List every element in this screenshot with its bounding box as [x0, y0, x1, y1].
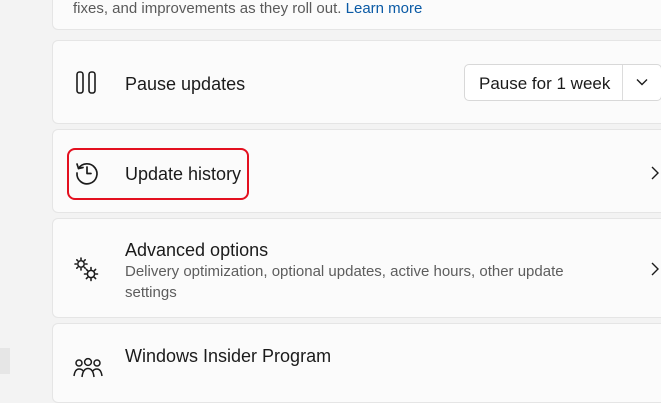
chevron-right-icon[interactable] [648, 260, 661, 283]
gears-icon [73, 255, 101, 283]
nav-item-partial[interactable] [0, 348, 10, 374]
dropdown-divider [622, 65, 623, 100]
pause-icon [74, 70, 100, 96]
advanced-options-subtitle: Delivery optimization, optional updates,… [125, 263, 564, 301]
pause-updates-title: Pause updates [125, 74, 246, 94]
chevron-right-icon[interactable] [648, 164, 661, 187]
navigation-pane [0, 0, 52, 374]
people-icon [73, 356, 103, 380]
pause-duration-dropdown[interactable]: Pause for 1 week [464, 64, 661, 101]
update-info-text: fixes, and improvements as they roll out… [73, 0, 422, 17]
pause-duration-value: Pause for 1 week [479, 74, 611, 93]
learn-more-link[interactable]: Learn more [346, 0, 423, 17]
update-history-highlight [67, 148, 249, 200]
chevron-down-icon[interactable] [635, 75, 649, 94]
advanced-options-title: Advanced options [125, 240, 269, 260]
insider-program-title: Windows Insider Program [125, 346, 332, 366]
update-info-description: fixes, and improvements as they roll out… [73, 0, 342, 17]
